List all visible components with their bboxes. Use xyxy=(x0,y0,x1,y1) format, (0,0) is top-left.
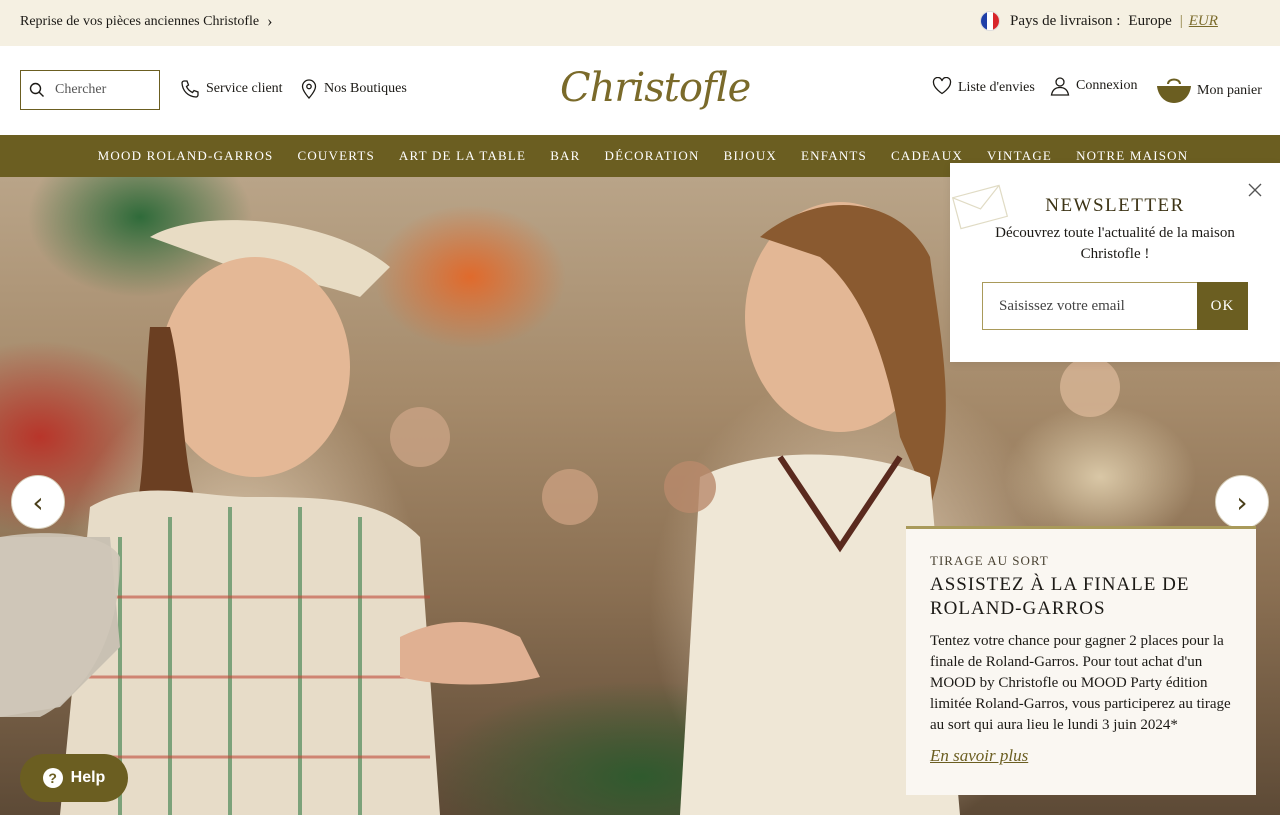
learn-more-link[interactable]: En savoir plus xyxy=(930,746,1028,766)
top-bar: Reprise de vos pièces anciennes Christof… xyxy=(0,0,1280,46)
newsletter-title: NEWSLETTER xyxy=(1045,195,1185,216)
france-flag-icon xyxy=(980,11,1000,31)
user-icon xyxy=(1050,77,1070,96)
nav-item-bijoux[interactable]: BIJOUX xyxy=(724,148,777,164)
promo-card-title: ASSISTEZ À LA FINALE DE ROLAND-GARROS xyxy=(930,574,1190,619)
promo-card: TIRAGE AU SORT ASSISTEZ À LA FINALE DE R… xyxy=(906,526,1256,795)
phone-icon xyxy=(181,80,199,98)
trade-in-promo-link[interactable]: Reprise de vos pièces anciennes Christof… xyxy=(20,14,272,30)
christofle-logo[interactable]: Christofle xyxy=(560,58,751,118)
newsletter-text: Découvrez toute l'actualité de la maison… xyxy=(995,225,1235,262)
cart-label: Mon panier xyxy=(1197,83,1262,98)
carousel-prev-button[interactable]: ‹ xyxy=(11,475,65,529)
delivery-country-value: Europe xyxy=(1128,12,1172,29)
nav-item-mood-roland-garros[interactable]: MOOD ROLAND-GARROS xyxy=(98,148,274,164)
carousel-next-button[interactable]: › xyxy=(1215,475,1269,529)
newsletter-form: OK xyxy=(982,282,1248,330)
nav-item-bar[interactable]: BAR xyxy=(550,148,580,164)
search-input[interactable] xyxy=(55,82,155,98)
help-button[interactable]: ? Help xyxy=(20,754,128,802)
newsletter-submit-button[interactable]: OK xyxy=(1197,282,1248,330)
nav-item-decoration[interactable]: DÉCORATION xyxy=(605,148,700,164)
search-icon xyxy=(29,82,44,97)
heart-icon xyxy=(932,77,952,95)
newsletter-popup: NEWSLETTER Découvrez toute l'actualité d… xyxy=(950,163,1280,362)
question-icon: ? xyxy=(42,768,63,788)
nav-item-art-de-la-table[interactable]: ART DE LA TABLE xyxy=(399,148,526,164)
boutiques-link[interactable]: Nos Boutiques xyxy=(300,79,407,99)
delivery-country-label: Pays de livraison : xyxy=(1010,12,1121,29)
newsletter-email-input[interactable] xyxy=(982,282,1197,330)
cart-basket-icon xyxy=(1157,78,1191,103)
login-label: Connexion xyxy=(1076,78,1138,93)
currency-link[interactable]: EUR xyxy=(1189,13,1218,30)
delivery-country-selector[interactable]: Pays de livraison : Europe | EUR xyxy=(980,11,1218,31)
promo-text: Reprise de vos pièces anciennes Christof… xyxy=(20,14,260,29)
site-header: Service client Nos Boutiques Christofle … xyxy=(0,46,1280,135)
service-client-label: Service client xyxy=(206,81,283,96)
wishlist-link[interactable]: Liste d'envies xyxy=(932,76,1035,96)
location-pin-icon xyxy=(301,79,317,99)
nav-item-notre-maison[interactable]: NOTRE MAISON xyxy=(1076,148,1188,164)
nav-item-couverts[interactable]: COUVERTS xyxy=(297,148,374,164)
nav-item-cadeaux[interactable]: CADEAUX xyxy=(891,148,963,164)
search-box[interactable] xyxy=(20,70,160,110)
cart-link[interactable]: Mon panier xyxy=(1157,74,1262,104)
help-label: Help xyxy=(70,769,106,786)
boutiques-label: Nos Boutiques xyxy=(324,81,407,96)
chevron-right-icon: › xyxy=(267,13,273,30)
wishlist-label: Liste d'envies xyxy=(958,80,1035,95)
promo-card-body: Tentez votre chance pour gagner 2 places… xyxy=(930,633,1231,733)
promo-card-eyebrow: TIRAGE AU SORT xyxy=(930,553,1049,568)
nav-item-enfants[interactable]: ENFANTS xyxy=(801,148,867,164)
currency-separator: | xyxy=(1179,12,1183,29)
login-link[interactable]: Connexion xyxy=(1050,76,1137,96)
nav-item-vintage[interactable]: VINTAGE xyxy=(987,148,1052,164)
service-client-link[interactable]: Service client xyxy=(180,79,283,99)
